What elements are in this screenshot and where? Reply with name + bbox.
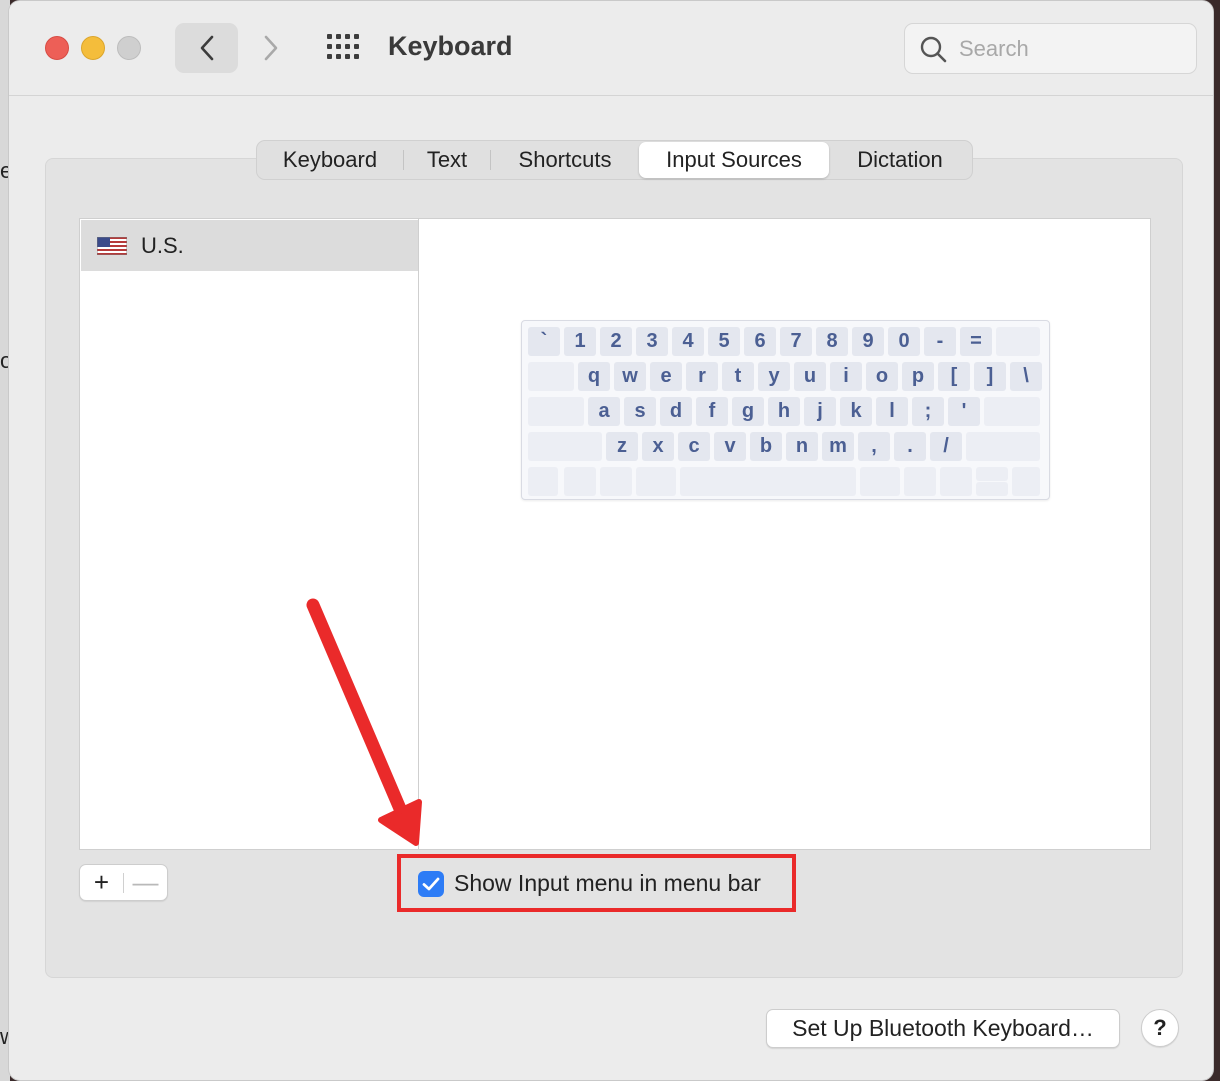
keyboard-key-blank xyxy=(1012,467,1040,496)
search-icon xyxy=(920,36,947,63)
keyboard-key: h xyxy=(768,397,800,426)
keyboard-key: 9 xyxy=(852,327,884,356)
keyboard-key-blank xyxy=(996,327,1040,356)
keyboard-key: g xyxy=(732,397,764,426)
setup-bluetooth-keyboard-button[interactable]: Set Up Bluetooth Keyboard… xyxy=(766,1009,1120,1048)
chevron-left-icon xyxy=(200,35,213,61)
keyboard-key: 2 xyxy=(600,327,632,356)
keyboard-key: m xyxy=(822,432,854,461)
keyboard-key: 0 xyxy=(888,327,920,356)
keyboard-key-blank xyxy=(680,467,856,496)
keyboard-key: [ xyxy=(938,362,970,391)
tab-dictation[interactable]: Dictation xyxy=(829,142,971,178)
forward-button[interactable] xyxy=(251,23,291,73)
keyboard-key-blank xyxy=(528,467,558,496)
keyboard-key-blank xyxy=(600,467,632,496)
keyboard-key-blank xyxy=(984,397,1040,426)
list-item-label: U.S. xyxy=(141,232,184,258)
keyboard-key: p xyxy=(902,362,934,391)
close-window-button[interactable] xyxy=(45,36,69,60)
keyboard-key: / xyxy=(930,432,962,461)
keyboard-key: = xyxy=(960,327,992,356)
keyboard-key: c xyxy=(678,432,710,461)
keyboard-key: i xyxy=(830,362,862,391)
keyboard-key: , xyxy=(858,432,890,461)
keyboard-key-blank xyxy=(860,467,900,496)
keyboard-key: ' xyxy=(948,397,980,426)
keyboard-key-blank xyxy=(966,432,1040,461)
show-input-menu-label[interactable]: Show Input menu in menu bar xyxy=(454,870,761,897)
keyboard-key: 1 xyxy=(564,327,596,356)
zoom-window-button[interactable] xyxy=(117,36,141,60)
keyboard-key-blank xyxy=(976,482,1008,496)
keyboard-key: d xyxy=(660,397,692,426)
search-input[interactable] xyxy=(959,36,1179,62)
add-remove-control: + — xyxy=(79,864,168,901)
keyboard-key-blank xyxy=(528,432,602,461)
add-input-source-button[interactable]: + xyxy=(80,865,123,900)
tab-shortcuts[interactable]: Shortcuts xyxy=(491,142,639,178)
keyboard-key: 8 xyxy=(816,327,848,356)
list-item-us[interactable]: U.S. xyxy=(81,220,418,271)
tab-text[interactable]: Text xyxy=(404,142,490,178)
keyboard-key: o xyxy=(866,362,898,391)
window-title: Keyboard xyxy=(388,31,513,61)
keyboard-key: w xyxy=(614,362,646,391)
keyboard-key: - xyxy=(924,327,956,356)
keyboard-key-blank xyxy=(636,467,676,496)
keyboard-key-blank xyxy=(940,467,972,496)
keyboard-key: k xyxy=(840,397,872,426)
keyboard-key-blank xyxy=(976,467,1008,481)
toolbar: Keyboard xyxy=(9,1,1213,96)
keyboard-key: 3 xyxy=(636,327,668,356)
minimize-window-button[interactable] xyxy=(81,36,105,60)
keyboard-key: ; xyxy=(912,397,944,426)
keyboard-key: j xyxy=(804,397,836,426)
keyboard-key: q xyxy=(578,362,610,391)
keyboard-key: ] xyxy=(974,362,1006,391)
keyboard-key: \ xyxy=(1010,362,1042,391)
keyboard-key-blank xyxy=(528,397,584,426)
show-all-grid-icon[interactable] xyxy=(327,34,361,60)
keyboard-key: x xyxy=(642,432,674,461)
keyboard-key: e xyxy=(650,362,682,391)
tab-input-sources[interactable]: Input Sources xyxy=(639,142,829,178)
keyboard-key: ` xyxy=(528,327,560,356)
remove-input-source-button[interactable]: — xyxy=(124,865,167,900)
help-button[interactable]: ? xyxy=(1141,1009,1179,1047)
keyboard-layout-preview: ` 1 2 3 4 5 6 7 8 9 0- = q w e r t y u i o p[] \ a s d f g h j k l; ' z x c… xyxy=(521,320,1050,500)
keyboard-key: r xyxy=(686,362,718,391)
keyboard-preferences-window: Keyboard Keyboard Text Shortcuts Input S… xyxy=(8,0,1214,1081)
keyboard-key-blank xyxy=(528,362,574,391)
layout-preview-pane: ` 1 2 3 4 5 6 7 8 9 0- = q w e r t y u i o p[] \ a s d f g h j k l; ' z x c… xyxy=(418,218,1151,850)
tab-keyboard[interactable]: Keyboard xyxy=(257,142,403,178)
keyboard-key: n xyxy=(786,432,818,461)
keyboard-key: 7 xyxy=(780,327,812,356)
keyboard-key: f xyxy=(696,397,728,426)
search-field[interactable] xyxy=(904,23,1197,74)
keyboard-key: a xyxy=(588,397,620,426)
back-button[interactable] xyxy=(175,23,238,73)
keyboard-key: b xyxy=(750,432,782,461)
checkmark-icon xyxy=(422,877,440,891)
show-input-menu-checkbox[interactable] xyxy=(418,871,444,897)
keyboard-key: v xyxy=(714,432,746,461)
keyboard-key: 4 xyxy=(672,327,704,356)
keyboard-key: 6 xyxy=(744,327,776,356)
us-flag-icon xyxy=(97,236,127,255)
keyboard-key: 5 xyxy=(708,327,740,356)
keyboard-key-blank xyxy=(904,467,936,496)
keyboard-key: l xyxy=(876,397,908,426)
keyboard-key: u xyxy=(794,362,826,391)
chevron-right-icon xyxy=(264,35,278,61)
keyboard-key: t xyxy=(722,362,754,391)
keyboard-key: . xyxy=(894,432,926,461)
input-sources-list: U.S. xyxy=(79,218,419,850)
keyboard-key: s xyxy=(624,397,656,426)
tab-bar: Keyboard Text Shortcuts Input Sources Di… xyxy=(256,140,973,180)
keyboard-key: y xyxy=(758,362,790,391)
keyboard-key: z xyxy=(606,432,638,461)
keyboard-key-blank xyxy=(564,467,596,496)
